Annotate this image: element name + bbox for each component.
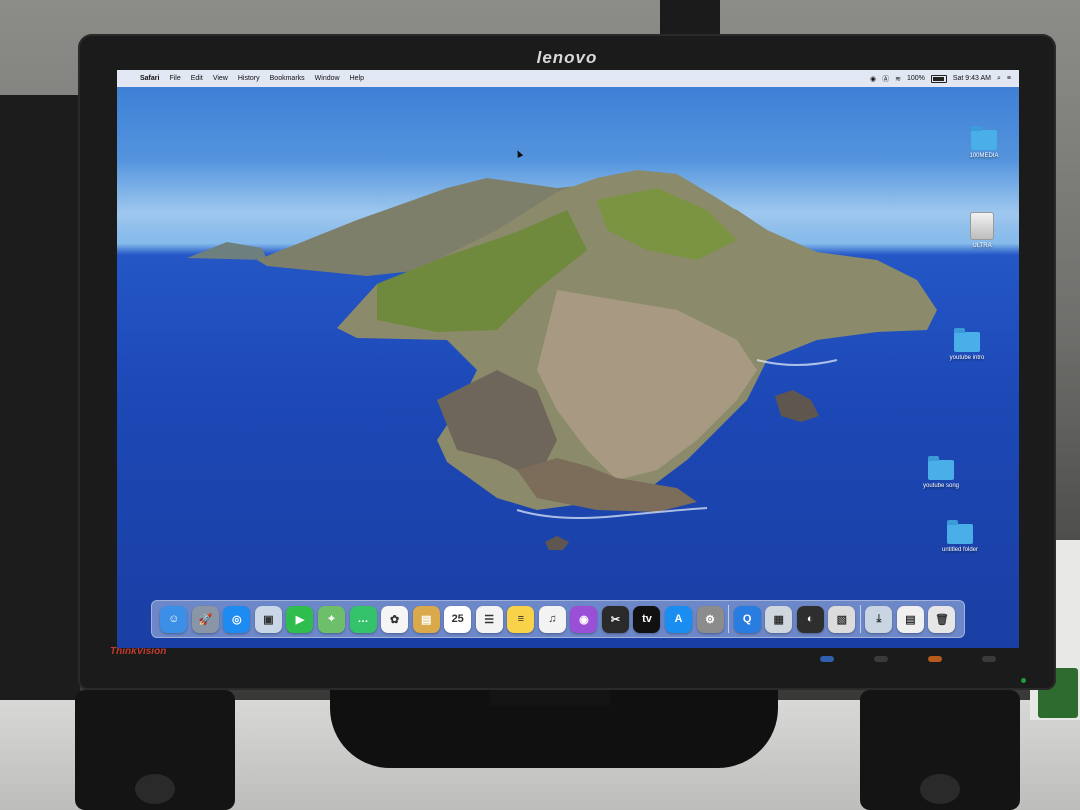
dock-app-store-icon[interactable]: A [665,605,693,633]
dock-system-preferences-icon[interactable]: ⚙ [696,605,724,633]
small-rock [775,390,819,422]
folder-icon [971,126,997,150]
menu-file[interactable]: File [164,75,185,82]
battery-percent: 100% [906,75,925,82]
dock-finder-icon[interactable]: ☺ [160,605,188,633]
folder-icon [947,520,973,544]
input-source-icon[interactable]: Ⓐ [882,74,889,84]
left-speaker [75,690,235,810]
search-icon[interactable]: ⌕ [997,75,1001,83]
dock-separator [859,605,861,633]
dock-music-icon[interactable]: ♫ [538,605,566,633]
siri-icon[interactable]: ◉ [870,75,876,83]
dock-quicktime-icon[interactable]: Q [733,605,761,633]
monitor-brand-logo: lenovo [536,48,598,67]
control-center-icon[interactable]: ≡ [1007,75,1011,82]
battery-icon[interactable] [930,74,947,83]
monitor-menu-button[interactable] [874,656,888,662]
speaker-logo [920,774,960,804]
menu-view[interactable]: View [208,75,233,82]
status-area: ◉ Ⓐ ≋ 100% Sat 9:43 AM ⌕ ≡ [870,74,1019,84]
dock-calendar-icon[interactable]: 25 [444,605,472,633]
dock-messages-icon[interactable]: … [349,605,377,633]
menu-history[interactable]: History [233,75,265,82]
folder-label: untitled folder [941,547,979,553]
folder-youtube-song[interactable]: youtube song [906,456,976,489]
folder-untitled[interactable]: untitled folder [925,520,995,553]
menu-bookmarks[interactable]: Bookmarks [265,75,310,82]
dock-apple-tv-icon[interactable]: tv [633,605,661,633]
folder-youtube-intro[interactable]: youtube intro [932,328,1002,361]
wifi-icon[interactable]: ≋ [895,75,901,83]
monitor-input-button[interactable] [820,656,834,662]
dock-facetime-icon[interactable]: ▶ [286,605,314,633]
menu-help[interactable]: Help [345,75,369,82]
dock-image-capture-icon[interactable]: ▦ [765,605,793,633]
surf-foam-2 [756,359,838,366]
folder-label: youtube song [922,483,960,489]
menu-bar: Safari File Edit View History Bookmarks … [117,70,1019,87]
distant-island-left [187,242,267,260]
monitor-controls [820,656,996,662]
dock-reminders-icon[interactable]: ☰ [475,605,503,633]
drive-label: ULTRA [972,243,992,249]
monitor-power-button[interactable] [928,656,942,662]
menu-clock[interactable]: Sat 9:43 AM [953,75,991,82]
dock-trash-icon[interactable]: 🗑 [928,605,956,633]
dock: ☺ 🚀 ◎ ▣ ▶ ⌖… ✿ ▤ 25 ☰ ≡ ♫ ◉ ✂ tv A ⚙ Q ▦ ◐ ▧ ⤓ ▤ 🗑 [151,600,965,638]
power-led [1021,678,1026,683]
folder-icon [954,328,980,352]
dock-notes-icon[interactable]: ≡ [507,605,535,633]
dock-photo-booth-icon[interactable]: ▧ [828,605,856,633]
folder-100media[interactable]: 100MEDIA [949,126,1019,159]
dock-podcasts-icon[interactable]: ◉ [570,605,598,633]
dock-separator [728,605,730,633]
menu-edit[interactable]: Edit [186,75,208,82]
dock-istat-menus-icon[interactable]: ◐ [796,605,824,633]
dock-downloads-stack-icon[interactable]: ⤓ [865,605,893,633]
dock-document-stack-icon[interactable]: ▤ [896,605,924,633]
menu-window[interactable]: Window [310,75,345,82]
dock-safari-icon[interactable]: ◎ [223,605,251,633]
external-drive-icon [970,212,994,240]
dock-photos-icon[interactable]: ✿ [381,605,409,633]
dock-notes-book-icon[interactable]: ▤ [412,605,440,633]
wallpaper-island [187,170,937,550]
speaker-logo [135,774,175,804]
dock-preview-icon[interactable]: ▣ [254,605,282,633]
folder-icon [928,456,954,480]
macos-desktop: Safari File Edit View History Bookmarks … [117,70,1019,648]
dock-launchpad-icon[interactable]: 🚀 [191,605,219,633]
dock-maps-icon[interactable]: ⌖ [318,605,345,633]
drive-icon[interactable]: ULTRA [947,212,1017,249]
dock-final-cut-icon[interactable]: ✂ [601,605,629,633]
folder-label: 100MEDIA [969,153,999,159]
menu-app-name[interactable]: Safari [135,75,164,82]
right-speaker [860,690,1020,810]
monitor-adjust-button[interactable] [982,656,996,662]
tiny-rock [545,536,569,550]
folder-label: youtube intro [949,355,985,361]
